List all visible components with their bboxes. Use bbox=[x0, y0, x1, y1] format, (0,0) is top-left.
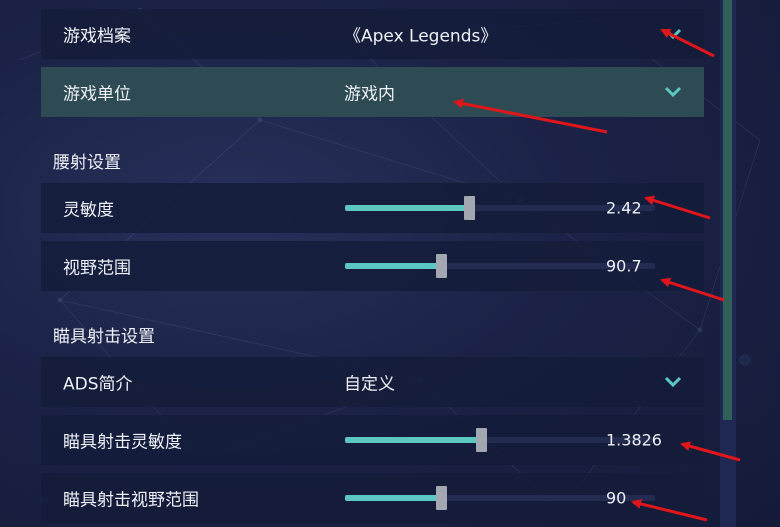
game-unit-row[interactable]: 游戏单位 游戏内 bbox=[41, 67, 704, 117]
ads-profile-row[interactable]: ADS简介 自定义 bbox=[41, 357, 704, 407]
ads-fov-value: 90 bbox=[606, 488, 627, 508]
game-unit-value: 游戏内 bbox=[344, 84, 395, 105]
chevron-down-icon[interactable] bbox=[663, 375, 683, 389]
chevron-down-icon[interactable] bbox=[663, 27, 683, 41]
hip-fov-row: 视野范围 90.7 bbox=[41, 241, 704, 291]
ads-fov-label: 瞄具射击视野范围 bbox=[63, 490, 199, 511]
hip-fov-label: 视野范围 bbox=[63, 258, 131, 279]
ads-sensitivity-value: 1.3826 bbox=[606, 430, 662, 450]
slider-thumb[interactable] bbox=[436, 254, 447, 278]
slider-fill bbox=[345, 205, 469, 211]
ads-profile-value: 自定义 bbox=[344, 374, 395, 395]
game-profile-label: 游戏档案 bbox=[63, 26, 131, 47]
slider-fill bbox=[345, 495, 441, 501]
ads-profile-label: ADS简介 bbox=[63, 374, 133, 395]
game-unit-label: 游戏单位 bbox=[63, 84, 131, 105]
hipfire-section-title: 腰射设置 bbox=[53, 153, 121, 173]
game-profile-value: 《Apex Legends》 bbox=[344, 26, 498, 47]
slider-thumb[interactable] bbox=[464, 196, 475, 220]
scrollbar-thumb[interactable] bbox=[723, 0, 732, 420]
slider-fill bbox=[345, 437, 481, 443]
slider-fill bbox=[345, 263, 441, 269]
hip-fov-value: 90.7 bbox=[606, 256, 642, 276]
chevron-down-icon[interactable] bbox=[663, 85, 683, 99]
hip-sensitivity-row: 灵敏度 2.42 bbox=[41, 183, 704, 233]
ads-fov-row: 瞄具射击视野范围 90 bbox=[41, 473, 704, 523]
hip-sensitivity-value: 2.42 bbox=[606, 198, 642, 218]
slider-thumb[interactable] bbox=[476, 428, 487, 452]
ads-sensitivity-row: 瞄具射击灵敏度 1.3826 bbox=[41, 415, 704, 465]
hip-sensitivity-label: 灵敏度 bbox=[63, 200, 114, 221]
ads-section-title: 瞄具射击设置 bbox=[53, 327, 155, 347]
game-profile-row[interactable]: 游戏档案 《Apex Legends》 bbox=[41, 9, 704, 59]
slider-thumb[interactable] bbox=[436, 486, 447, 510]
ads-sensitivity-label: 瞄具射击灵敏度 bbox=[63, 432, 182, 453]
